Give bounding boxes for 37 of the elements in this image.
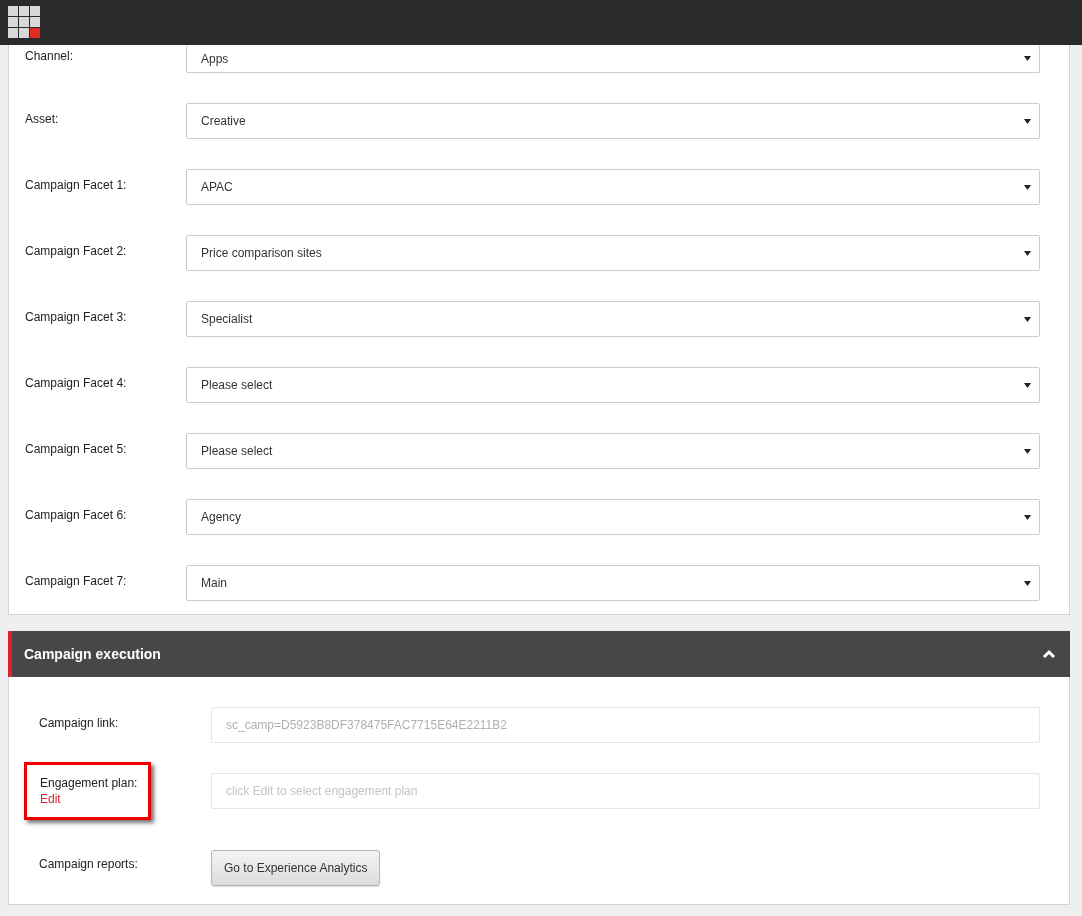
caret-icon [1024, 448, 1031, 454]
dropdown[interactable]: Please select [186, 367, 1040, 403]
dropdown[interactable]: Price comparison sites [186, 235, 1040, 271]
caret-icon [1024, 514, 1031, 520]
dropdown[interactable]: Main [186, 565, 1040, 601]
field-label: Campaign Facet 2: [24, 243, 128, 260]
dropdown[interactable]: APAC [186, 169, 1040, 205]
caret-icon [1024, 118, 1031, 124]
field-label: Campaign Facet 6: [24, 507, 128, 524]
section-header[interactable]: Campaign execution [8, 631, 1070, 677]
chevron-up-icon[interactable] [1042, 649, 1056, 659]
field-label: Campaign Facet 3: [24, 309, 128, 326]
field-label: Asset: [24, 111, 60, 128]
engagement-plan-field[interactable]: click Edit to select engagement plan [211, 773, 1040, 809]
edit-link[interactable]: Edit [40, 791, 61, 807]
field-label: Campaign reports: [39, 856, 139, 873]
section-title: Campaign execution [24, 644, 161, 664]
caret-icon [1024, 56, 1031, 61]
dropdown[interactable]: Specialist [186, 301, 1040, 337]
field-label: Engagement plan: [40, 775, 138, 791]
field-label: Campaign Facet 1: [24, 177, 128, 194]
field-label: Campaign Facet 5: [24, 441, 128, 458]
field-label: Campaign Facet 4: [24, 375, 128, 392]
field-label: Campaign Facet 7: [24, 573, 128, 590]
caret-icon [1024, 382, 1031, 388]
dropdown[interactable]: Agency [186, 499, 1040, 535]
caret-icon [1024, 316, 1031, 322]
caret-icon [1024, 250, 1031, 256]
dropdown[interactable]: Creative [186, 103, 1040, 139]
caret-icon [1024, 184, 1031, 190]
field-label: Channel: [24, 48, 75, 65]
field-label: Campaign link: [39, 715, 120, 732]
dropdown[interactable]: Please select [186, 433, 1040, 469]
experience-analytics-button[interactable]: Go to Experience Analytics [211, 850, 381, 886]
caret-icon [1024, 580, 1031, 586]
dropdown[interactable]: Apps [186, 45, 1040, 73]
app-grid-icon[interactable] [8, 6, 41, 39]
